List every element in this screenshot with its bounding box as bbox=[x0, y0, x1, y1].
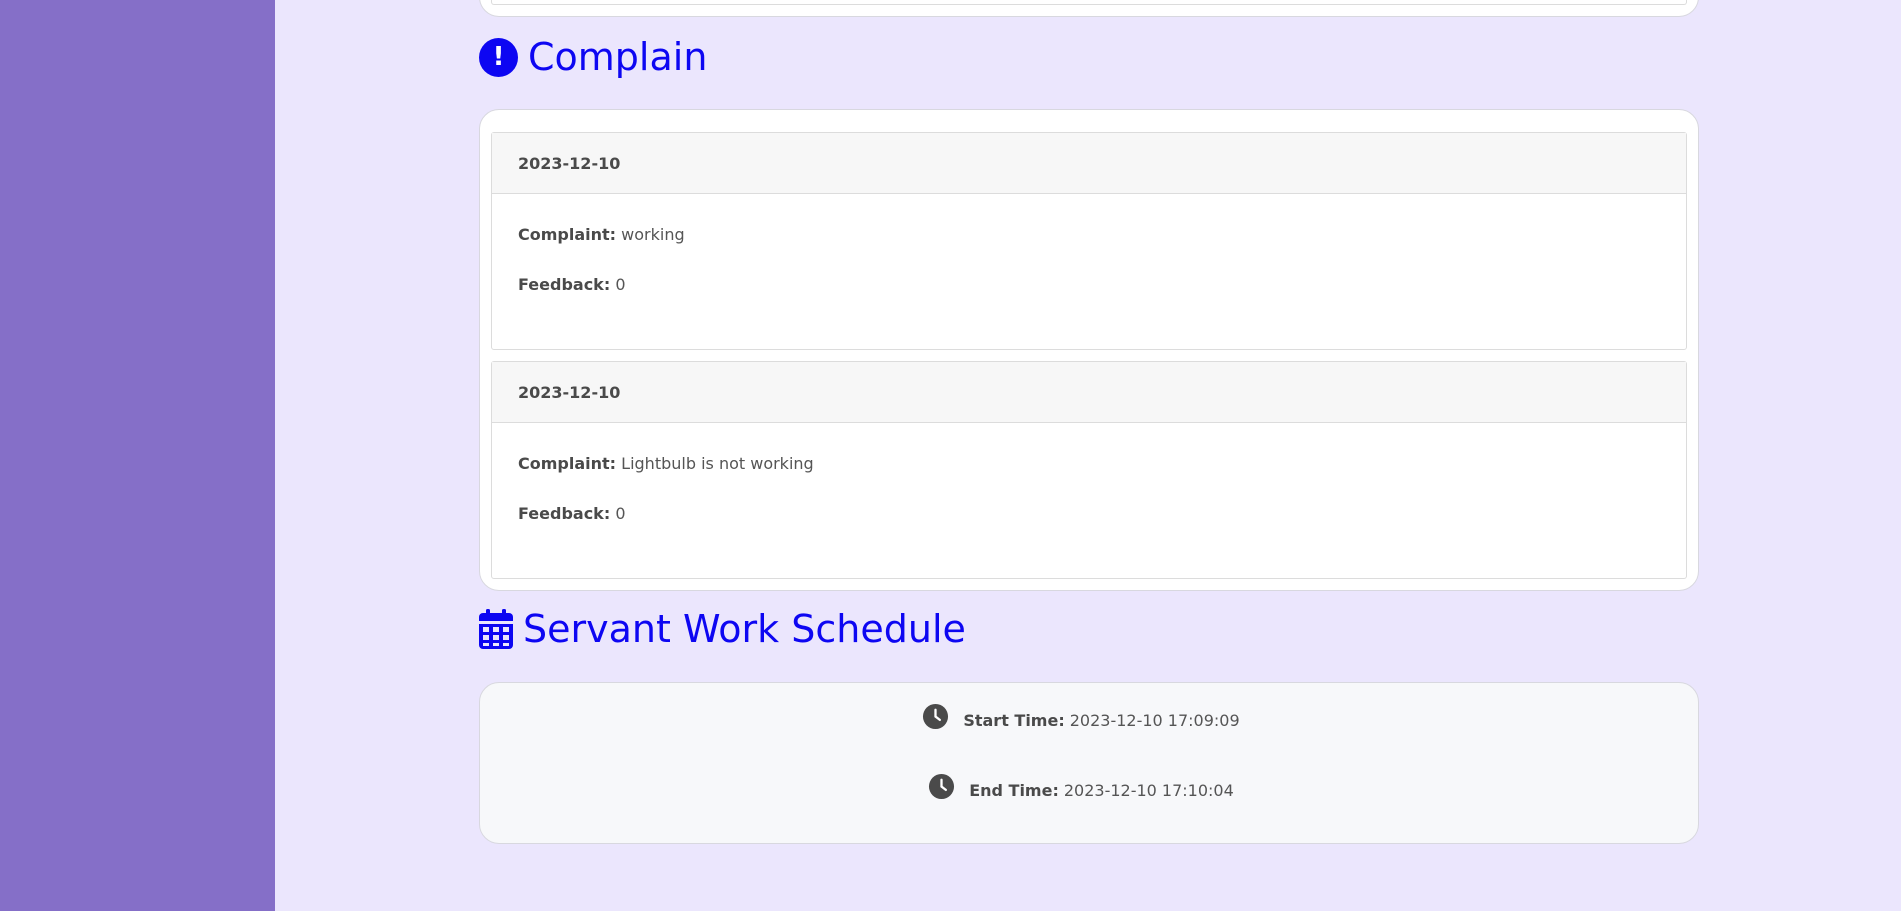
start-time-label: Start Time: bbox=[963, 710, 1065, 730]
feedback-label: Feedback: bbox=[518, 275, 611, 294]
feedback-label: Feedback: bbox=[518, 504, 611, 523]
start-time-row: Start Time: 2023-12-10 17:09:09 bbox=[464, 703, 1698, 735]
feedback-value: 0 bbox=[615, 504, 626, 523]
clock-icon bbox=[923, 703, 949, 729]
complain-title: Complain bbox=[528, 35, 708, 79]
feedback-line: Feedback: 0 bbox=[518, 504, 626, 523]
complaint-list-card: 2023-12-10 Complaint: working Feedback: … bbox=[479, 109, 1699, 591]
exclamation-circle-icon: ! bbox=[479, 37, 518, 77]
sidebar bbox=[0, 0, 275, 911]
end-time-value: 2023-12-10 17:10:04 bbox=[1063, 780, 1234, 800]
end-time-label: End Time: bbox=[969, 780, 1059, 800]
schedule-card: Start Time: 2023-12-10 17:09:09 End Time… bbox=[479, 682, 1699, 844]
complaint-label: Complaint: bbox=[518, 454, 617, 473]
complaint-item: 2023-12-10 Complaint: Lightbulb is not w… bbox=[491, 361, 1687, 579]
calendar-icon bbox=[479, 609, 513, 649]
complaint-line: Complaint: working bbox=[518, 225, 685, 244]
complaint-text: working bbox=[621, 225, 685, 244]
start-time-value: 2023-12-10 17:09:09 bbox=[1069, 710, 1240, 730]
schedule-title: Servant Work Schedule bbox=[523, 607, 966, 651]
complaint-date: 2023-12-10 bbox=[492, 133, 1686, 194]
previous-section-card bbox=[479, 0, 1699, 17]
complain-heading: ! Complain bbox=[479, 35, 707, 79]
feedback-value: 0 bbox=[615, 275, 626, 294]
complaint-text: Lightbulb is not working bbox=[621, 454, 814, 473]
complaint-item: 2023-12-10 Complaint: working Feedback: … bbox=[491, 132, 1687, 350]
feedback-line: Feedback: 0 bbox=[518, 275, 626, 294]
complaint-date: 2023-12-10 bbox=[492, 362, 1686, 423]
previous-section-inner bbox=[491, 0, 1687, 5]
end-time-row: End Time: 2023-12-10 17:10:04 bbox=[464, 773, 1698, 805]
schedule-heading: Servant Work Schedule bbox=[479, 607, 966, 651]
clock-icon bbox=[929, 773, 955, 799]
complaint-label: Complaint: bbox=[518, 225, 617, 244]
complaint-line: Complaint: Lightbulb is not working bbox=[518, 454, 814, 473]
